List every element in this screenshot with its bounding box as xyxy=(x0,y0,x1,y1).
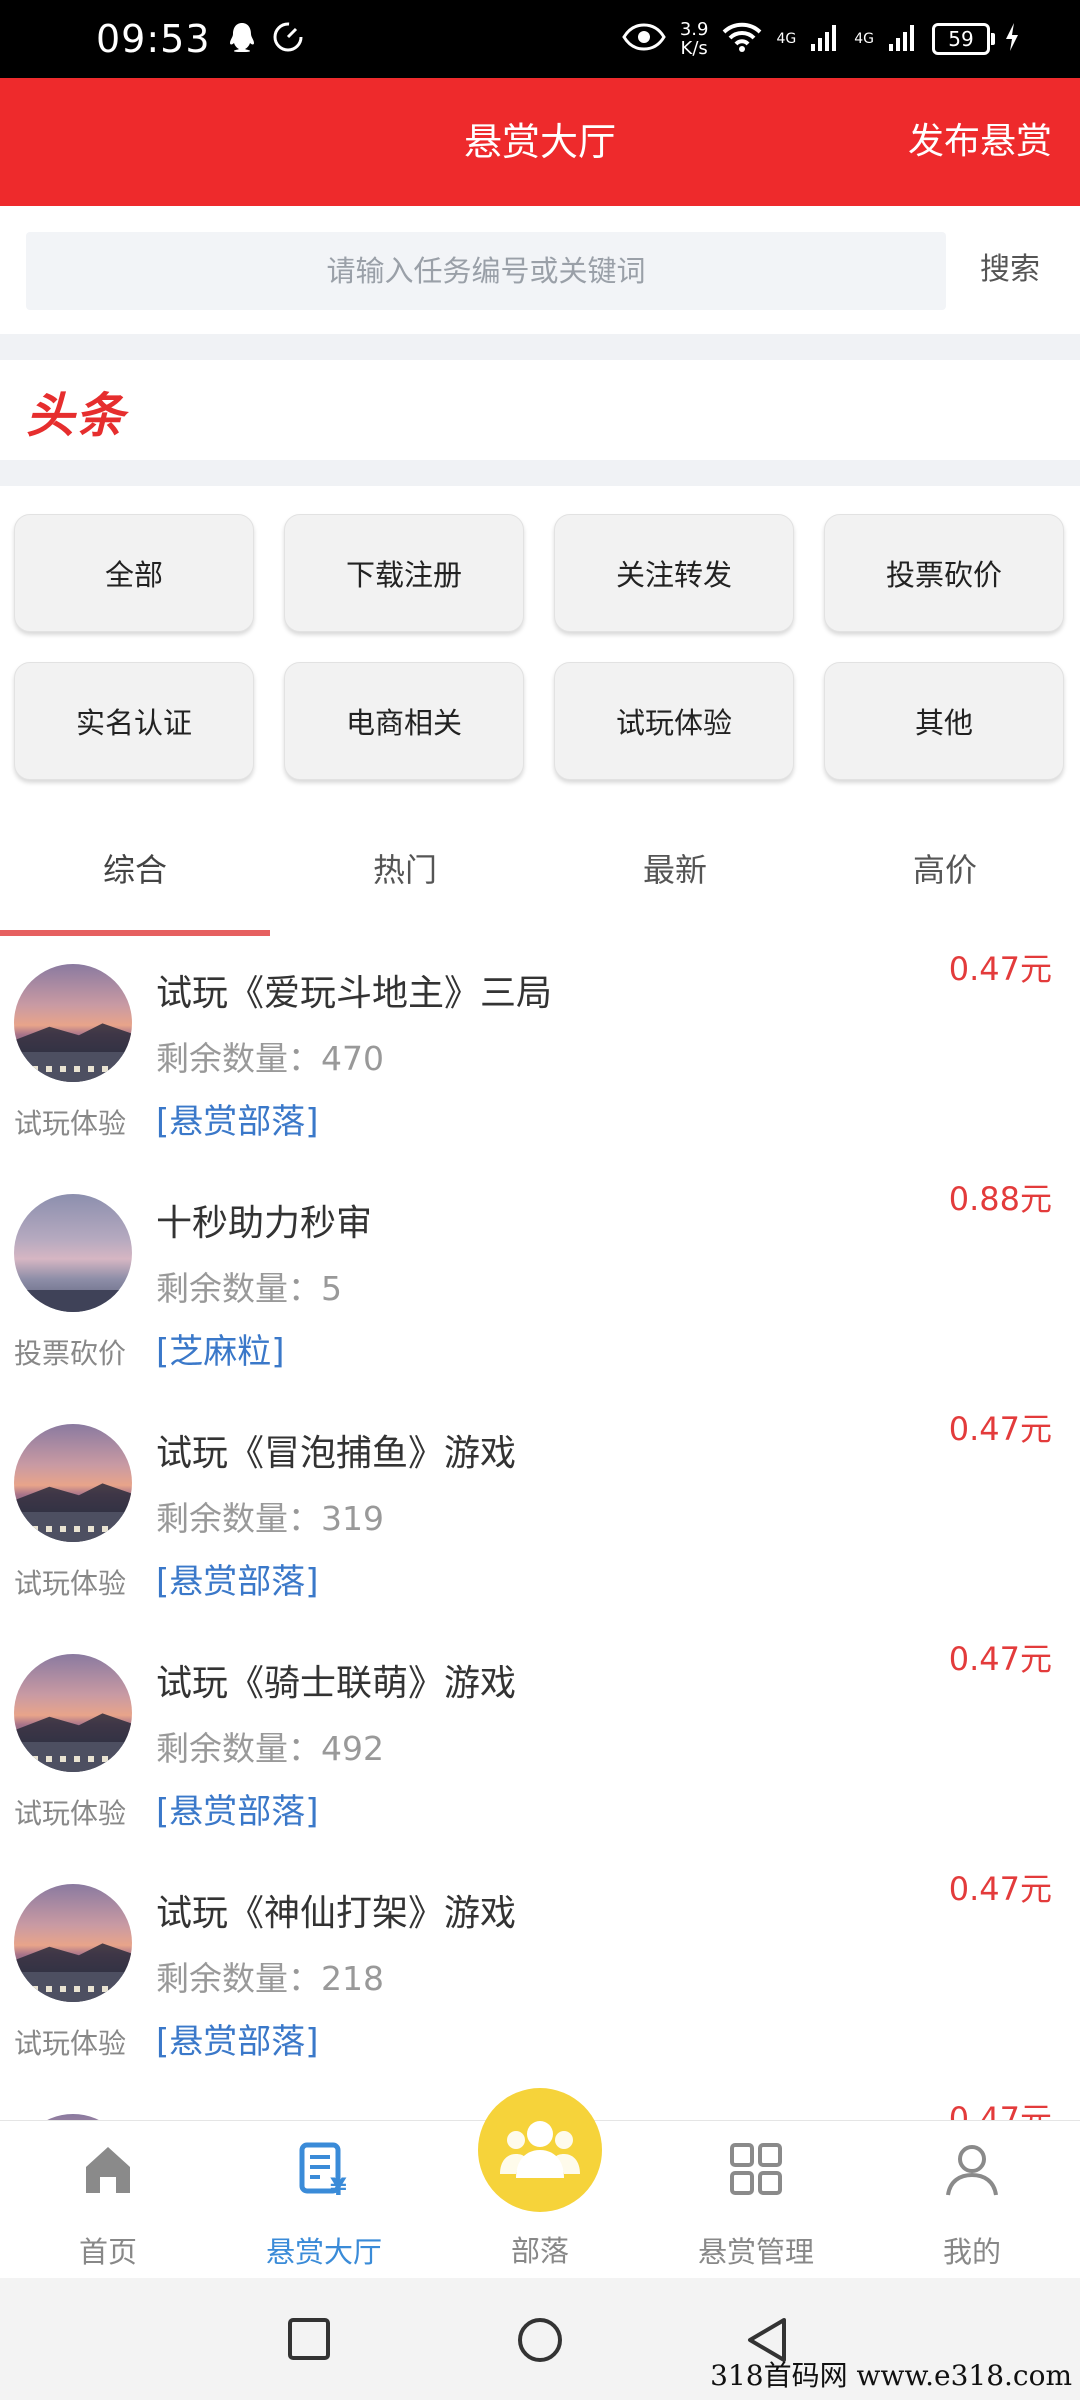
tribe-icon xyxy=(500,2121,580,2178)
task-title: 试玩《骑士联萌》游戏 xyxy=(156,1663,517,1704)
signal-icon-2 xyxy=(888,22,918,56)
signal-icon xyxy=(810,22,840,56)
task-title: 十秒助力秒审 xyxy=(156,1203,373,1244)
task-item[interactable]: 试玩体验 试玩《神仙打架》游戏 剩余数量：218 [悬赏部落] 0.47元 xyxy=(0,1856,1080,2087)
tab-hot[interactable]: 热门 xyxy=(270,804,540,936)
task-item[interactable]: 投票砍价 十秒助力秒审 剩余数量：5 [芝麻粒] 0.88元 xyxy=(0,1166,1080,1397)
category-ecommerce[interactable]: 电商相关 xyxy=(284,662,524,780)
task-remaining: 剩余数量：492 xyxy=(156,1729,384,1768)
status-time: 09:53 xyxy=(96,17,211,61)
task-remaining: 剩余数量：470 xyxy=(156,1039,384,1078)
qq-icon xyxy=(227,21,257,57)
task-remaining: 剩余数量：218 xyxy=(156,1959,384,1998)
watermark: 318首码网 www.e318.com xyxy=(710,2359,1072,2392)
reward-hall-icon: ¥ xyxy=(296,2141,352,2201)
task-avatar xyxy=(14,964,132,1082)
tab-newest[interactable]: 最新 xyxy=(540,804,810,936)
speedometer-icon xyxy=(271,20,305,58)
nav-tribe-button[interactable] xyxy=(478,2088,602,2212)
search-bar: 搜索 xyxy=(0,206,1080,334)
user-icon xyxy=(944,2141,1000,2197)
home-icon xyxy=(80,2141,136,2197)
task-remaining: 剩余数量：5 xyxy=(156,1269,342,1308)
task-category: 试玩体验 xyxy=(14,1107,127,1140)
publish-reward-button[interactable]: 发布悬赏 xyxy=(908,78,1052,206)
task-category: 投票砍价 xyxy=(14,1337,127,1370)
nav-mine[interactable]: 我的 xyxy=(864,2121,1080,2279)
section-divider xyxy=(0,334,1080,360)
nav-reward-hall[interactable]: ¥ 悬赏大厅 xyxy=(216,2121,432,2279)
nav-home[interactable]: 首页 xyxy=(0,2121,216,2279)
wifi-icon xyxy=(722,21,762,57)
headline-label: 头条 xyxy=(26,388,127,444)
task-item[interactable]: 试玩体验 试玩《骑士联萌》游戏 剩余数量：492 [悬赏部落] 0.47元 xyxy=(0,1626,1080,1857)
tab-comprehensive[interactable]: 综合 xyxy=(0,804,270,936)
section-divider xyxy=(0,460,1080,486)
category-all[interactable]: 全部 xyxy=(14,514,254,632)
charging-icon xyxy=(1004,22,1020,56)
headline-banner[interactable]: 头条 xyxy=(0,360,1080,460)
nav-reward-management[interactable]: 悬赏管理 xyxy=(648,2121,864,2279)
eye-icon xyxy=(622,23,666,55)
task-item[interactable]: 试玩体验 试玩《爱玩斗地主》三局 剩余数量：470 [悬赏部落] 0.47元 xyxy=(0,936,1080,1167)
status-bar: 09:53 3.9 K/s 4G 4G 59 xyxy=(0,0,1080,78)
task-tribe-link[interactable]: [悬赏部落] xyxy=(156,1554,319,1603)
nav-tribe-label: 部落 xyxy=(510,2234,569,2268)
nav-reward-hall-label: 悬赏大厅 xyxy=(265,2235,382,2269)
search-input[interactable] xyxy=(26,232,946,310)
nav-reward-management-label: 悬赏管理 xyxy=(697,2235,814,2269)
tab-high-price[interactable]: 高价 xyxy=(810,804,1080,936)
home-circle-icon[interactable] xyxy=(516,2316,564,2368)
network-speed: 3.9 K/s xyxy=(679,19,709,59)
task-tribe-link[interactable]: [芝麻粒] xyxy=(156,1324,285,1373)
battery-indicator: 59 xyxy=(932,23,995,55)
task-price: 0.47元 xyxy=(948,1870,1052,1908)
app-header: 悬赏大厅 发布悬赏 xyxy=(0,78,1080,206)
task-avatar xyxy=(14,1194,132,1312)
recent-apps-icon[interactable] xyxy=(286,2316,332,2366)
category-download[interactable]: 下载注册 xyxy=(284,514,524,632)
task-price: 0.47元 xyxy=(948,950,1052,988)
task-category: 试玩体验 xyxy=(14,2027,127,2060)
task-avatar xyxy=(14,1884,132,2002)
task-category: 试玩体验 xyxy=(14,1567,127,1600)
search-button[interactable]: 搜索 xyxy=(980,232,1040,308)
task-tribe-link[interactable]: [悬赏部落] xyxy=(156,2014,319,2063)
task-tribe-link[interactable]: [悬赏部落] xyxy=(156,1784,319,1833)
category-other[interactable]: 其他 xyxy=(824,662,1064,780)
task-price: 0.47元 xyxy=(948,1640,1052,1678)
nav-mine-label: 我的 xyxy=(942,2235,1001,2269)
task-title: 试玩《神仙打架》游戏 xyxy=(156,1893,517,1934)
task-title: 试玩《爱玩斗地主》三局 xyxy=(156,973,553,1014)
network-type-1: 4G xyxy=(776,31,797,47)
category-realname[interactable]: 实名认证 xyxy=(14,662,254,780)
category-follow[interactable]: 关注转发 xyxy=(554,514,794,632)
sort-tabs: 综合 热门 最新 高价 xyxy=(0,804,1080,937)
svg-text:¥: ¥ xyxy=(330,2173,347,2197)
nav-home-label: 首页 xyxy=(78,2235,137,2269)
task-price: 0.47元 xyxy=(948,1410,1052,1448)
task-remaining: 剩余数量：319 xyxy=(156,1499,384,1538)
category-grid: 全部 下载注册 关注转发 投票砍价 实名认证 电商相关 试玩体验 其他 xyxy=(0,486,1080,802)
task-avatar xyxy=(14,1424,132,1542)
task-title: 试玩《冒泡捕鱼》游戏 xyxy=(156,1433,517,1474)
task-price: 0.88元 xyxy=(948,1180,1052,1218)
category-trial[interactable]: 试玩体验 xyxy=(554,662,794,780)
grid-icon xyxy=(728,2141,784,2197)
system-navigation-bar: 318首码网 www.e318.com xyxy=(0,2278,1080,2400)
task-tribe-link[interactable]: [悬赏部落] xyxy=(156,1094,319,1143)
category-vote[interactable]: 投票砍价 xyxy=(824,514,1064,632)
task-category: 试玩体验 xyxy=(14,1797,127,1830)
task-avatar xyxy=(14,1654,132,1772)
network-type-2: 4G xyxy=(854,31,874,47)
task-item[interactable]: 试玩体验 试玩《冒泡捕鱼》游戏 剩余数量：319 [悬赏部落] 0.47元 xyxy=(0,1396,1080,1627)
